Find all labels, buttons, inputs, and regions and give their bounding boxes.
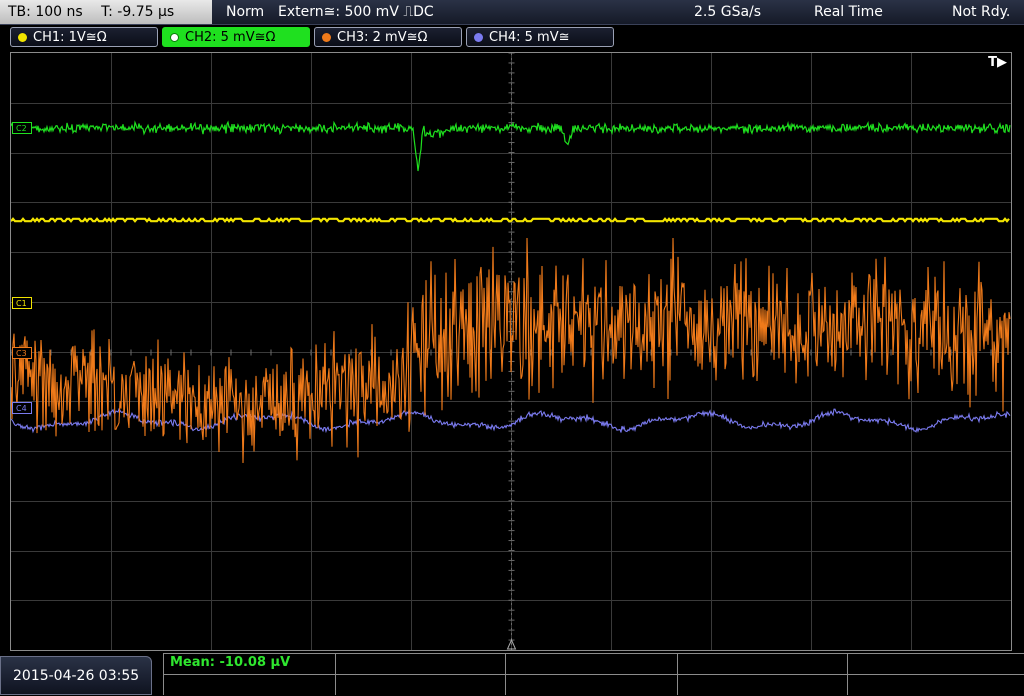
measurement-cell-3[interactable]	[505, 654, 677, 695]
ch4-dot-icon	[474, 33, 483, 42]
channel-tabs: CH1: 1V≅Ω CH2: 5 mV≅Ω CH3: 2 mV≅Ω CH4: 5…	[0, 27, 1024, 49]
ch3-trace	[11, 237, 1011, 464]
measurement-bar: Mean: -10.08 µV	[163, 653, 1024, 695]
mean-measurement: Mean: -10.08 µV	[170, 655, 291, 670]
ch4-label: CH4: 5 mV≅	[489, 30, 570, 45]
ch2-trace	[11, 120, 1011, 172]
tab-ch4[interactable]: CH4: 5 mV≅	[466, 27, 614, 47]
ch2-dot-icon	[170, 33, 179, 42]
tab-ch2[interactable]: CH2: 5 mV≅Ω	[162, 27, 310, 47]
waveform-traces	[11, 120, 1011, 464]
trigger-mode[interactable]: Norm	[226, 0, 264, 24]
trigger-source[interactable]: Extern≅: 500 mV ⎍DC	[278, 0, 434, 24]
ch4-trace	[11, 407, 1011, 434]
measurement-cell-4[interactable]	[677, 654, 847, 695]
ch3-level-marker[interactable]: C3	[12, 347, 32, 359]
trigger-time-label: T: -9.75 µs	[101, 4, 175, 20]
ready-state: Not Rdy.	[952, 4, 1011, 20]
measurement-cell-5[interactable]	[847, 654, 1024, 695]
timestamp: 2015-04-26 03:55	[0, 656, 152, 695]
timebase-box[interactable]: TB: 100 ns T: -9.75 µs	[0, 0, 212, 24]
tab-ch1[interactable]: CH1: 1V≅Ω	[10, 27, 158, 47]
timebase-label: TB: 100 ns	[8, 4, 83, 20]
ch4-level-marker[interactable]: C4	[12, 402, 32, 414]
measurement-cell-2[interactable]	[335, 654, 505, 695]
trigger-position-marker[interactable]: T▶	[988, 55, 1007, 70]
sample-rate: 2.5 GSa/s	[694, 4, 762, 20]
ch3-dot-icon	[322, 33, 331, 42]
ch1-trace	[11, 217, 1010, 223]
measurement-cell-1[interactable]: Mean: -10.08 µV	[163, 654, 335, 695]
waveform-display[interactable]: C2 C1 C3 C4 T▶	[10, 52, 1012, 651]
ch1-label: CH1: 1V≅Ω	[33, 30, 107, 45]
ch1-level-marker[interactable]: C1	[12, 297, 32, 309]
ch2-label: CH2: 5 mV≅Ω	[185, 30, 276, 45]
status-bar: TB: 100 ns T: -9.75 µs Norm Extern≅: 500…	[0, 0, 1024, 25]
ch3-label: CH3: 2 mV≅Ω	[337, 30, 428, 45]
tab-ch3[interactable]: CH3: 2 mV≅Ω	[314, 27, 462, 47]
ch2-level-marker[interactable]: C2	[12, 122, 32, 134]
ch1-dot-icon	[18, 33, 27, 42]
acquisition-mode[interactable]: Real Time	[814, 0, 883, 24]
